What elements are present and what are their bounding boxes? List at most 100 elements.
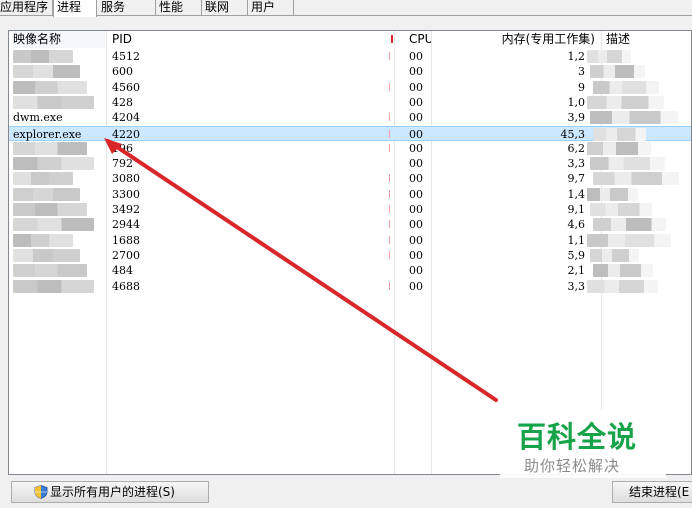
process-pid: 3080 — [112, 172, 140, 186]
process-row[interactable]: 2700 00 5,9 — [9, 248, 691, 263]
process-memory: 3 — [578, 65, 585, 79]
header-image-name[interactable]: 映像名称 — [13, 31, 105, 48]
tab-performance[interactable]: 性能 — [156, 0, 202, 15]
process-pid: 484 — [112, 264, 133, 278]
process-row[interactable]: 2944 00 4,6 — [9, 217, 691, 232]
process-row[interactable]: 600 00 3 — [9, 64, 691, 79]
process-row[interactable]: 428 00 1,0 — [9, 95, 691, 110]
redacted-description — [587, 187, 638, 201]
redacted-description — [590, 111, 678, 125]
process-pid: 196 — [112, 141, 133, 155]
process-name: dwm.exe — [13, 111, 63, 125]
process-memory: 1,2 — [567, 50, 586, 63]
process-pid: 792 — [112, 157, 133, 171]
process-row[interactable]: explorer.exe 4220 00 45,3 — [9, 125, 691, 141]
process-cpu: 00 — [409, 50, 423, 63]
redacted-name — [13, 203, 87, 216]
redacted-name — [13, 95, 94, 109]
process-row[interactable]: 196 00 6,2 — [9, 141, 691, 156]
process-list[interactable]: 映像名称 PID CPU 内存(专用工作集) 描述 4512 00 1,2 600 00… — [8, 30, 692, 475]
process-pid: 4512 — [112, 50, 140, 63]
process-row[interactable]: dwm.exe 4204 00 3,9 — [9, 110, 691, 125]
process-row[interactable]: 4560 00 9 — [9, 80, 691, 95]
process-row[interactable]: 1688 00 1,1 — [9, 233, 691, 248]
header-description[interactable]: 描述 — [606, 31, 686, 48]
redacted-name — [13, 233, 73, 247]
show-all-users-label: 显示所有用户的进程(S) — [50, 485, 175, 499]
process-memory: 9 — [578, 80, 585, 94]
process-memory: 3,3 — [567, 157, 586, 171]
show-all-users-button[interactable]: 显示所有用户的进程(S) — [11, 481, 209, 503]
user-column-mark — [389, 143, 390, 152]
tab-processes[interactable]: 进程 — [53, 0, 97, 17]
redacted-description — [587, 233, 671, 247]
process-memory: 9,1 — [567, 203, 586, 216]
user-column-mark — [389, 205, 390, 213]
process-cpu: 00 — [409, 65, 423, 79]
process-pid: 4220 — [112, 127, 140, 141]
process-memory: 2,1 — [567, 264, 586, 278]
process-cpu: 00 — [409, 279, 423, 293]
process-cpu: 00 — [409, 264, 423, 278]
process-cpu: 00 — [409, 248, 423, 262]
process-cpu: 00 — [409, 233, 423, 247]
redacted-name — [13, 218, 94, 232]
redacted-description — [593, 80, 659, 94]
header-cpu[interactable]: CPU — [409, 31, 431, 48]
process-cpu: 00 — [409, 172, 423, 186]
process-memory: 4,6 — [567, 218, 586, 232]
process-memory: 9,7 — [567, 172, 586, 186]
process-row[interactable]: 792 00 3,3 — [9, 156, 691, 171]
redacted-name — [13, 264, 87, 278]
watermark-subtitle: 助你轻松解决 — [524, 457, 621, 475]
user-column-mark — [389, 220, 390, 229]
redacted-description — [593, 127, 646, 141]
process-cpu: 00 — [409, 203, 423, 216]
process-pid: 3300 — [112, 187, 140, 201]
process-pid: 3492 — [112, 203, 140, 216]
process-pid: 600 — [112, 65, 133, 79]
redacted-description — [593, 264, 653, 278]
redacted-description — [593, 172, 679, 186]
process-memory: 45,3 — [560, 127, 586, 141]
redacted-name — [13, 279, 94, 293]
process-row[interactable]: 4688 00 3,3 — [9, 279, 691, 294]
process-pid: 428 — [112, 95, 133, 109]
process-memory: 1,4 — [567, 187, 586, 201]
watermark-title: 百科全说 — [517, 420, 638, 454]
process-cpu: 00 — [409, 111, 423, 125]
process-cpu: 00 — [409, 157, 423, 171]
process-row[interactable]: 3300 00 1,4 — [9, 187, 691, 202]
process-memory: 6,2 — [567, 141, 586, 155]
process-cpu: 00 — [409, 141, 423, 155]
user-column-mark — [389, 235, 390, 244]
process-pid: 1688 — [112, 233, 140, 247]
redacted-description — [590, 65, 645, 79]
redacted-description — [587, 95, 664, 109]
process-memory: 5,9 — [567, 248, 586, 262]
tab-services[interactable]: 服务 — [98, 0, 156, 15]
header-memory[interactable]: 内存(专用工作集) — [479, 31, 601, 48]
header-user-divider — [391, 35, 393, 43]
user-column-mark — [389, 113, 390, 122]
redacted-name — [13, 248, 80, 262]
process-row[interactable]: 484 00 2,1 — [9, 263, 691, 278]
process-row[interactable]: 4512 00 1,2 — [9, 49, 691, 64]
process-row[interactable]: 3492 00 9,1 — [9, 202, 691, 217]
tab-applications[interactable]: 应用程序 — [0, 0, 53, 15]
process-memory: 1,1 — [567, 233, 586, 247]
user-column-mark — [389, 129, 390, 138]
tab-users[interactable]: 用户 — [248, 0, 294, 15]
user-column-mark — [389, 281, 390, 290]
redacted-description — [587, 141, 651, 155]
header-pid[interactable]: PID — [112, 31, 232, 48]
redacted-name — [13, 172, 73, 186]
end-process-button[interactable]: 结束进程(E — [612, 481, 692, 503]
end-process-label: 结束进程(E — [629, 485, 690, 499]
tab-networking[interactable]: 联网 — [202, 0, 248, 15]
process-row[interactable]: 3080 00 9,7 — [9, 171, 691, 186]
redacted-description — [587, 50, 631, 63]
redacted-description — [590, 248, 639, 262]
process-cpu: 00 — [409, 127, 423, 141]
process-memory: 3,3 — [567, 279, 586, 293]
